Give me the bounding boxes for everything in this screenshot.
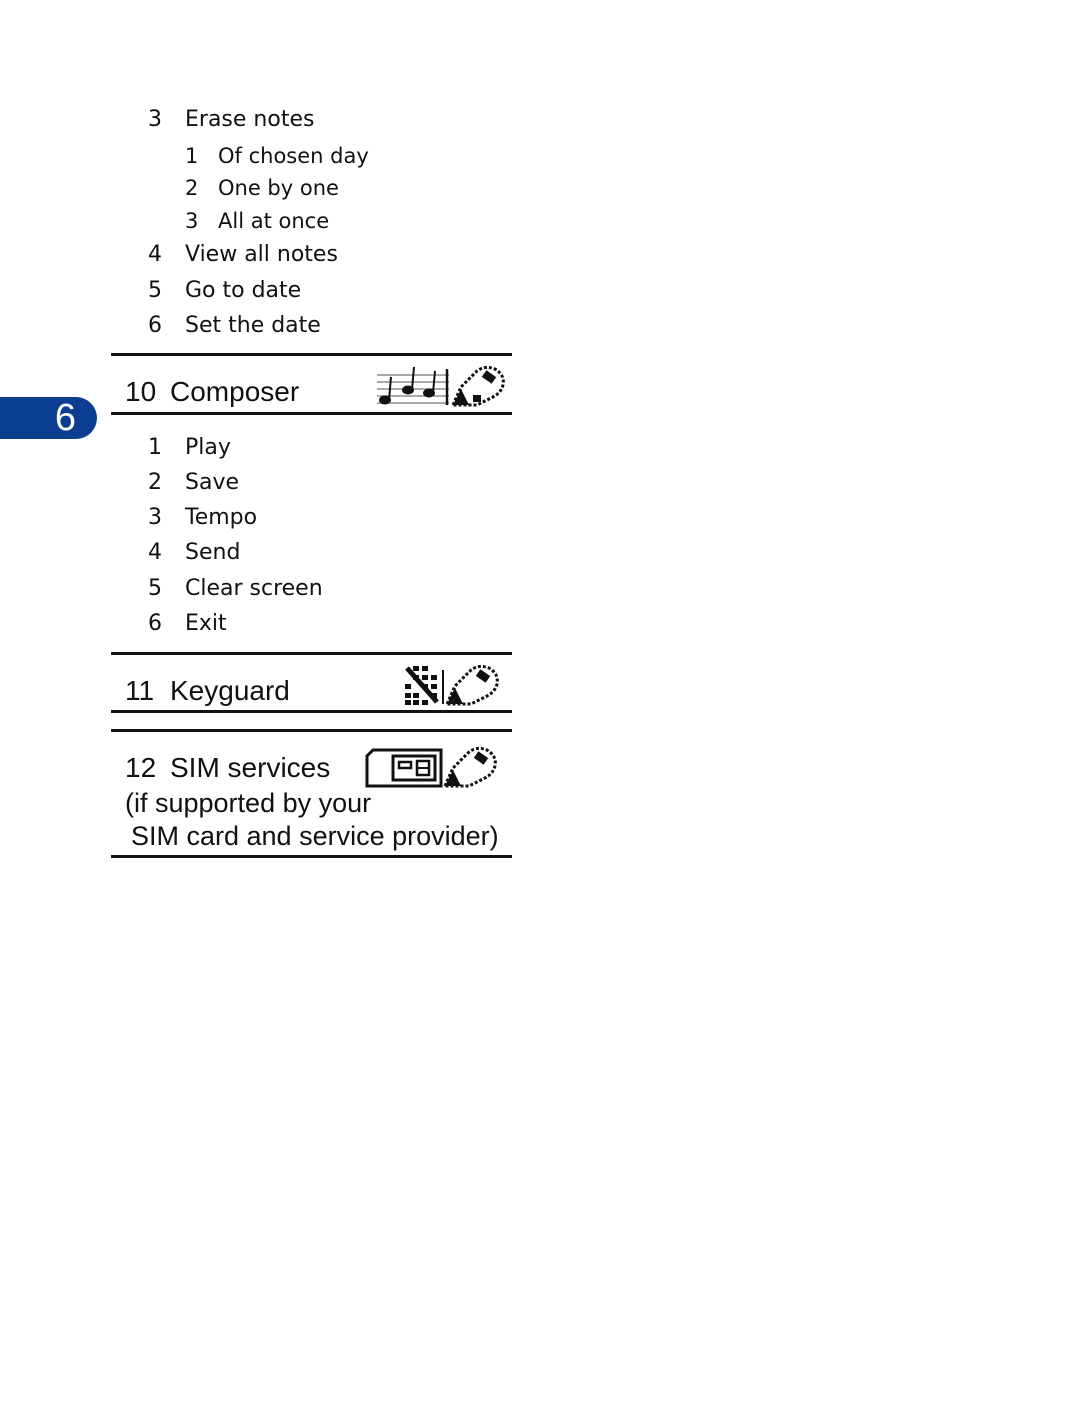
item-number: 1 [185, 144, 199, 168]
item-label: Send [185, 540, 241, 565]
item-number: 4 [148, 242, 162, 267]
item-number: 6 [148, 611, 162, 636]
keypad-lock-icon [405, 664, 499, 706]
chapter-number: 6 [54, 397, 76, 439]
item-number: 3 [148, 505, 162, 530]
item-number: 5 [148, 278, 162, 303]
item-number: 3 [185, 209, 199, 233]
item-label: Go to date [185, 278, 302, 303]
item-number: 4 [148, 540, 162, 565]
item-label: Clear screen [185, 576, 323, 601]
section-title: SIM services [170, 752, 331, 783]
item-number: 2 [148, 470, 162, 495]
section-divider [111, 855, 512, 858]
section-title: Composer [170, 376, 300, 407]
item-label: Save [185, 470, 240, 495]
section-heading-composer: 10 Composer [125, 376, 299, 408]
section-number: 10 [125, 376, 157, 407]
sim-services-note-line1: (if supported by your [125, 788, 372, 818]
item-number: 1 [148, 435, 162, 460]
section-number: 12 [125, 752, 157, 783]
section-divider [111, 710, 512, 713]
item-label: Of chosen day [218, 144, 369, 168]
item-number: 2 [185, 176, 199, 200]
section-divider [111, 729, 512, 732]
item-number: 3 [148, 107, 162, 132]
item-label: Play [185, 435, 231, 460]
section-divider [111, 412, 512, 415]
item-label: Set the date [185, 313, 321, 338]
section-divider [111, 353, 512, 356]
item-label: Exit [185, 611, 227, 636]
section-title: Keyguard [170, 675, 290, 706]
section-heading-sim-services: 12 SIM services [125, 752, 330, 784]
item-label: Tempo [185, 505, 258, 530]
music-notes-icon [377, 365, 505, 407]
item-label: View all notes [185, 242, 338, 267]
sim-services-note-line2: SIM card and service provider) [131, 821, 499, 851]
item-number: 5 [148, 576, 162, 601]
sim-card-icon [365, 746, 497, 788]
section-divider [111, 652, 512, 655]
item-label: One by one [218, 176, 339, 200]
item-label: All at once [218, 209, 330, 233]
chapter-tab: 6 [0, 397, 97, 439]
item-label: Erase notes [185, 107, 315, 132]
section-heading-keyguard: 11 Keyguard [125, 675, 290, 707]
section-number: 11 [125, 675, 155, 706]
item-number: 6 [148, 313, 162, 338]
